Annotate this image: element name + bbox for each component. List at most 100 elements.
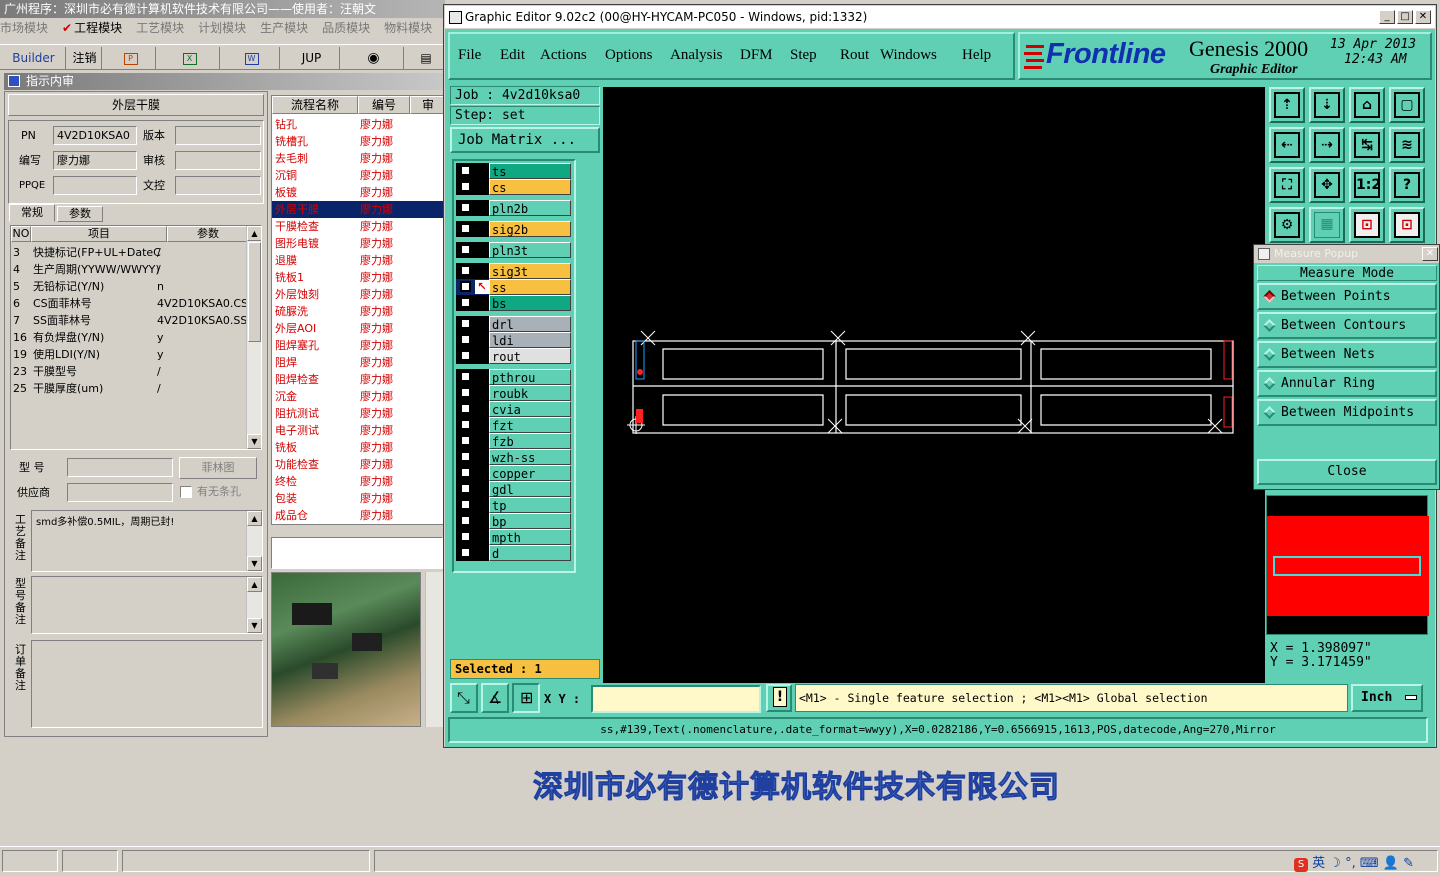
- measure-tool-button[interactable]: ∡: [481, 683, 509, 713]
- layer-checkbox[interactable]: [460, 531, 471, 542]
- ppqe-field[interactable]: [53, 176, 137, 195]
- layer-checkbox[interactable]: [460, 483, 471, 494]
- table-row[interactable]: 6 CS面菲林号 4V2D10KSA0.CS: [11, 295, 247, 312]
- layer-item[interactable]: sig2b: [456, 221, 572, 237]
- layer-checkbox[interactable]: [460, 265, 471, 276]
- layer-checkbox[interactable]: [460, 281, 471, 292]
- flow-row[interactable]: 铣槽孔 廖力娜: [272, 133, 444, 150]
- wrench-icon[interactable]: ✎: [1403, 856, 1414, 871]
- layer-item[interactable]: mpth: [456, 529, 572, 545]
- layer-item[interactable]: cvia: [456, 401, 572, 417]
- flow-row[interactable]: 外层AOI 廖力娜: [272, 320, 444, 337]
- layer-checkbox[interactable]: [460, 371, 471, 382]
- process-note-field[interactable]: smd多补偿0.5MIL，周期已封! ▲ ▼: [31, 510, 263, 572]
- layer-item[interactable]: pln2b: [456, 200, 572, 216]
- xy-input[interactable]: [591, 685, 761, 713]
- module-menu-item[interactable]: 生产模块: [260, 18, 308, 38]
- layer-checkbox[interactable]: [460, 350, 471, 361]
- review-field[interactable]: [175, 151, 261, 170]
- flow-row[interactable]: 外层干膜 廖力娜: [272, 201, 444, 218]
- flow-row[interactable]: 铣板1 廖力娜: [272, 269, 444, 286]
- flow-row[interactable]: 退膜 廖力娜: [272, 252, 444, 269]
- measure-option[interactable]: Annular Ring: [1257, 370, 1437, 397]
- menu-options[interactable]: Options: [605, 47, 653, 64]
- layer-item[interactable]: drl: [456, 316, 572, 332]
- layer-checkbox[interactable]: [460, 223, 471, 234]
- graphic-canvas[interactable]: [603, 87, 1265, 683]
- layer-checkbox[interactable]: [460, 387, 471, 398]
- measure-option[interactable]: Between Midpoints: [1257, 399, 1437, 426]
- zoom-out-button[interactable]: ⇣: [1309, 87, 1345, 123]
- flow-row[interactable]: 图形电镀 廖力娜: [272, 235, 444, 252]
- grid-button[interactable]: ▦: [1309, 207, 1345, 243]
- help-button[interactable]: ?: [1389, 167, 1425, 203]
- layer-item[interactable]: roubk: [456, 385, 572, 401]
- layer-checkbox[interactable]: [460, 297, 471, 308]
- flow-row[interactable]: 功能检查 廖力娜: [272, 456, 444, 473]
- flow-input[interactable]: [271, 537, 443, 569]
- model-note-scrollbar[interactable]: ▲ ▼: [246, 577, 262, 633]
- overview-preview[interactable]: [1266, 495, 1429, 635]
- measure-option[interactable]: Between Points: [1257, 283, 1437, 310]
- menu-dfm[interactable]: DFM: [740, 47, 773, 64]
- table-row[interactable]: 25 干膜厚度(um) /: [11, 380, 247, 397]
- layer-checkbox[interactable]: [460, 419, 471, 430]
- layer-item[interactable]: sig3t: [456, 263, 572, 279]
- flow-row[interactable]: 包装 廖力娜: [272, 490, 444, 507]
- layer-item[interactable]: cs: [456, 179, 572, 195]
- close-button[interactable]: ✕: [1415, 10, 1431, 24]
- layer-item[interactable]: wzh-ss: [456, 449, 572, 465]
- flow-row[interactable]: 沉金 廖力娜: [272, 388, 444, 405]
- fit-button[interactable]: ↹: [1349, 127, 1385, 163]
- jup-button[interactable]: JUP: [284, 47, 340, 69]
- layer-checkbox[interactable]: [460, 499, 471, 510]
- maximize-button[interactable]: □: [1397, 10, 1413, 24]
- layer-checkbox[interactable]: [460, 515, 471, 526]
- window-button[interactable]: ▢: [1389, 87, 1425, 123]
- unit-select[interactable]: Inch: [1351, 684, 1423, 712]
- flow-row[interactable]: 阻焊塞孔 廖力娜: [272, 337, 444, 354]
- menu-step[interactable]: Step: [790, 47, 817, 64]
- supplier-field[interactable]: [67, 483, 173, 502]
- scroll-up-icon[interactable]: ▲: [247, 226, 261, 241]
- pan-right-button[interactable]: ⇢: [1309, 127, 1345, 163]
- table-row[interactable]: 4 生产周期(YYWW/WWYY) /: [11, 261, 247, 278]
- layer-checkbox[interactable]: [460, 451, 471, 462]
- ime-language[interactable]: 英: [1312, 856, 1325, 871]
- one-to-one-button[interactable]: 1:2: [1349, 167, 1385, 203]
- module-menu-item[interactable]: 品质模块: [322, 18, 370, 38]
- layer-item[interactable]: bp: [456, 513, 572, 529]
- flow-row[interactable]: 沉铜 廖力娜: [272, 167, 444, 184]
- word-button[interactable]: W: [224, 47, 280, 69]
- measure-close-button[interactable]: Close: [1257, 459, 1437, 485]
- layer-item[interactable]: rout: [456, 348, 572, 364]
- excel-button[interactable]: X: [160, 47, 220, 69]
- measure-option[interactable]: Between Contours: [1257, 312, 1437, 339]
- flow-row[interactable]: 板镀 廖力娜: [272, 184, 444, 201]
- user-icon[interactable]: 👤: [1383, 856, 1399, 871]
- job-matrix-button[interactable]: Job Matrix ...: [450, 127, 600, 153]
- table-row[interactable]: 7 SS面菲林号 4V2D10KSA0.SS: [11, 312, 247, 329]
- zoom-home-button[interactable]: ⇡: [1269, 87, 1305, 123]
- layer-item[interactable]: pln3t: [456, 242, 572, 258]
- layer-item[interactable]: tp: [456, 497, 572, 513]
- flow-row[interactable]: 终检 廖力娜: [272, 473, 444, 490]
- layer-checkbox[interactable]: [460, 202, 471, 213]
- menu-analysis[interactable]: Analysis: [670, 47, 723, 64]
- menu-edit[interactable]: Edit: [500, 47, 525, 64]
- layer-checkbox[interactable]: [460, 244, 471, 255]
- keyboard-icon[interactable]: ⌨: [1360, 856, 1379, 871]
- photo-scrollbar[interactable]: [425, 572, 443, 727]
- net2-button[interactable]: ⊡: [1389, 207, 1425, 243]
- menu-windows[interactable]: Windows: [880, 47, 937, 64]
- layer-checkbox[interactable]: [460, 181, 471, 192]
- flow-row[interactable]: 阻焊 廖力娜: [272, 354, 444, 371]
- layer-checkbox[interactable]: [460, 435, 471, 446]
- layer-item[interactable]: ldi: [456, 332, 572, 348]
- settings-button[interactable]: ⚙: [1269, 207, 1305, 243]
- grid-scroll-thumb[interactable]: [248, 242, 261, 342]
- table-row[interactable]: 23 干膜型号 /: [11, 363, 247, 380]
- control-field[interactable]: [175, 176, 261, 195]
- flow-row[interactable]: 成品仓 廖力娜: [272, 507, 444, 524]
- module-menu-item[interactable]: ✔ 工程模块: [62, 18, 122, 38]
